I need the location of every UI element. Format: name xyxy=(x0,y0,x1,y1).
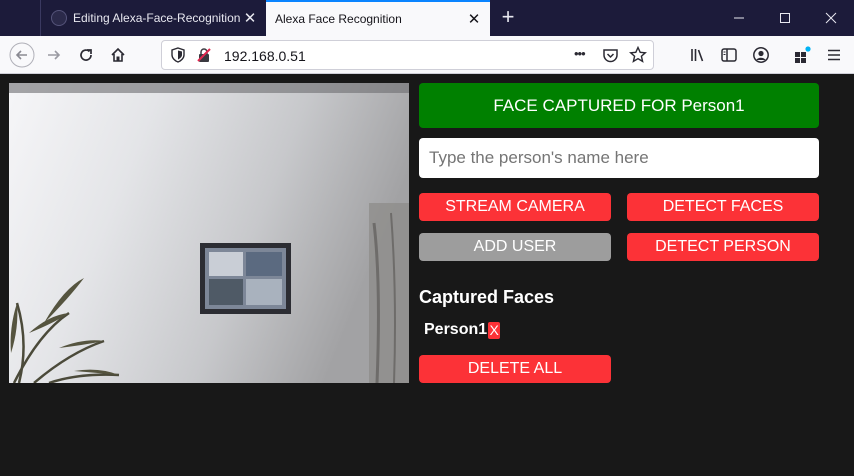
tab-editing-alexa[interactable]: Editing Alexa-Face-Recognition ✕ xyxy=(40,0,266,36)
tab-close-icon[interactable]: ✕ xyxy=(464,10,484,28)
home-icon[interactable] xyxy=(104,41,132,69)
more-icon[interactable]: ••• xyxy=(574,46,586,61)
close-window-icon[interactable] xyxy=(808,0,854,36)
add-user-button[interactable]: ADD USER xyxy=(419,233,611,261)
back-icon[interactable] xyxy=(8,41,36,69)
page-content: FACE CAPTURED FOR Person1 STREAM CAMERA … xyxy=(0,75,854,476)
person-name-input[interactable] xyxy=(419,138,819,178)
library-icon[interactable] xyxy=(684,41,712,69)
maximize-icon[interactable] xyxy=(762,0,808,36)
delete-face-button[interactable]: X xyxy=(488,321,501,339)
tab-alexa-face-recognition[interactable]: Alexa Face Recognition ✕ xyxy=(266,0,490,36)
captured-face-name: Person1 xyxy=(424,321,488,338)
tab-title: Editing Alexa-Face-Recognition xyxy=(73,11,240,25)
sidebar-icon[interactable] xyxy=(715,41,743,69)
url-text: 192.168.0.51 xyxy=(224,48,306,64)
bookmark-star-icon[interactable] xyxy=(629,45,647,69)
tab-strip: Editing Alexa-Face-Recognition ✕ Alexa F… xyxy=(0,0,854,36)
captured-faces-heading: Captured Faces xyxy=(419,287,555,307)
detect-person-button[interactable]: DETECT PERSON xyxy=(627,233,819,261)
navigation-toolbar: 192.168.0.51 ••• xyxy=(0,36,854,74)
camera-stream-image xyxy=(9,83,409,383)
pocket-icon[interactable] xyxy=(602,47,619,69)
github-favicon-icon xyxy=(51,10,67,26)
insecure-lock-icon[interactable] xyxy=(196,47,212,68)
new-tab-button[interactable]: + xyxy=(494,4,522,32)
menu-icon[interactable] xyxy=(820,41,848,69)
minimize-icon[interactable] xyxy=(716,0,762,36)
captured-face-item: Person1 X xyxy=(424,321,501,339)
tab-title: Alexa Face Recognition xyxy=(275,12,402,26)
extensions-icon[interactable] xyxy=(788,41,816,69)
reload-icon[interactable] xyxy=(72,41,100,69)
status-message: FACE CAPTURED FOR Person1 xyxy=(419,83,819,128)
forward-icon[interactable] xyxy=(40,41,68,69)
stream-camera-button[interactable]: STREAM CAMERA xyxy=(419,193,611,221)
detect-faces-button[interactable]: DETECT FACES xyxy=(627,193,819,221)
url-bar[interactable]: 192.168.0.51 ••• xyxy=(161,40,654,70)
delete-all-button[interactable]: DELETE ALL xyxy=(419,355,611,383)
shield-icon[interactable] xyxy=(170,47,186,68)
account-icon[interactable] xyxy=(747,41,775,69)
tab-close-icon[interactable]: ✕ xyxy=(240,9,260,27)
